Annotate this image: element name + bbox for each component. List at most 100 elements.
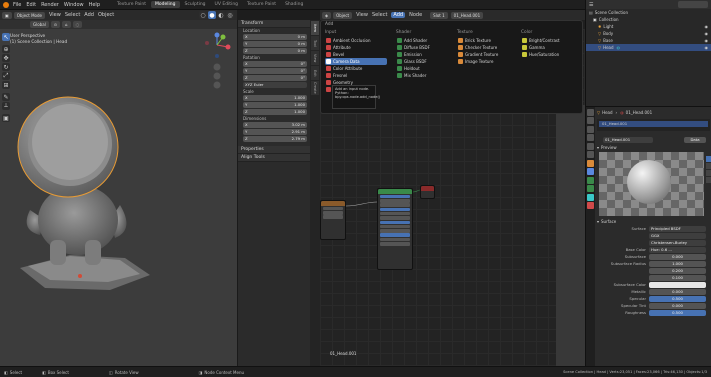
distribution-dropdown[interactable]: GGX [649, 232, 706, 239]
outliner-item[interactable]: ▤ Scene Collection [586, 9, 711, 16]
sidebar-tab-item[interactable]: Item [311, 21, 319, 35]
menu-item[interactable]: Fresnel [325, 72, 387, 79]
world-preview-icon[interactable] [706, 177, 711, 183]
shader-node-editor[interactable]: ◈ Object View Select Add Node Slot 1 01_… [320, 10, 585, 366]
specular-field[interactable]: 0.500 [649, 295, 706, 302]
metallic-field[interactable]: 0.000 [649, 288, 706, 295]
tab-modeling[interactable]: Modeling [151, 1, 180, 8]
menu-item[interactable]: Glass BSDF [396, 58, 448, 65]
align-tools-section[interactable]: Align Tools [238, 154, 310, 162]
visibility-eye-icon[interactable]: ◉ [705, 37, 709, 44]
select-menu[interactable]: Select [65, 12, 80, 18]
outliner-filter-icon[interactable]: ☰ [589, 2, 593, 8]
hair-preview-icon[interactable] [706, 170, 711, 176]
rotation-x-field[interactable]: X 0° [243, 61, 307, 67]
sidebar-tab-view[interactable]: View [311, 51, 319, 65]
menu-item[interactable]: Color Attribute [325, 65, 387, 72]
solid-shading-icon[interactable]: ● [208, 11, 216, 19]
menu-window[interactable]: Window [64, 2, 84, 8]
tab-uv-editing[interactable]: UV Editing [211, 1, 242, 8]
object-menu[interactable]: Object [98, 12, 114, 18]
visibility-eye-icon[interactable]: ◉ [705, 23, 709, 30]
pivot-icon[interactable]: ⊙ [50, 21, 61, 28]
visibility-eye-icon[interactable]: ◉ [705, 30, 709, 37]
tab-shading[interactable]: Shading [281, 1, 307, 8]
wireframe-shading-icon[interactable]: ○ [199, 11, 207, 19]
subsurface-method-dropdown[interactable]: Christensen-Burley [649, 239, 706, 246]
render-tab-icon[interactable] [587, 117, 594, 124]
surface-panel-header[interactable]: ▾ Surface [597, 218, 710, 225]
outliner-item[interactable]: ▽ Body ◉ [586, 30, 711, 37]
menu-item-highlighted[interactable]: Camera Data [325, 58, 387, 65]
transform-section[interactable]: Transform [238, 20, 310, 28]
base-color-field[interactable]: Hue: 0.6 ... [649, 246, 706, 253]
material-datablock-field[interactable]: 01_Head.001 [603, 136, 653, 143]
snap-icon[interactable]: ⌂ [62, 21, 71, 28]
rotation-z-field[interactable]: Z 0° [243, 75, 307, 81]
material-shading-icon[interactable]: ◐ [217, 11, 225, 19]
menu-file[interactable]: File [13, 2, 21, 8]
menu-render[interactable]: Render [41, 2, 59, 8]
menu-item[interactable]: Image Texture [457, 58, 513, 65]
menu-item[interactable]: Brick Texture [457, 37, 513, 44]
outliner-item[interactable]: ▽ Base ◉ [586, 37, 711, 44]
dimensions-x-field[interactable]: X 3.02 m [243, 122, 307, 128]
outliner-item[interactable]: ▣ Collection [586, 16, 711, 23]
menu-item[interactable]: Attribute [325, 44, 387, 51]
blender-logo-icon[interactable] [3, 1, 9, 8]
roughness-field[interactable]: 0.500 [649, 309, 706, 316]
sidebar-tab-tool[interactable]: Tool [311, 36, 319, 50]
sidebar-tab-edit[interactable]: Edit [311, 66, 319, 80]
surface-shader-field[interactable]: Principled BSDF [649, 225, 706, 232]
menu-item[interactable]: Bevel [325, 51, 387, 58]
world-tab-icon[interactable] [587, 151, 594, 158]
menu-item[interactable]: Checker Texture [457, 44, 513, 51]
add-menu[interactable]: Add [84, 12, 94, 18]
rendered-shading-icon[interactable]: ◎ [226, 11, 234, 19]
3d-viewport[interactable]: ▣ Object Mode View Select Add Object ○ ●… [0, 10, 237, 366]
tab-texture-paint-2[interactable]: Texture Paint [243, 1, 280, 8]
menu-item[interactable]: Mix Shader [396, 72, 448, 79]
menu-item[interactable]: Holdout [396, 65, 448, 72]
particles-tab-icon[interactable] [587, 176, 594, 184]
view-layer-tab-icon[interactable] [587, 134, 594, 141]
editor-type-button[interactable]: ▣ [2, 11, 12, 19]
menu-help[interactable]: Help [89, 2, 100, 8]
move-icon[interactable]: ✥ [2, 54, 10, 62]
tool-tab-icon[interactable] [587, 108, 594, 116]
menu-item[interactable]: Gradient Texture [457, 51, 513, 58]
scene-tab-icon[interactable] [587, 142, 594, 150]
tab-texture-paint[interactable]: Texture Paint [113, 1, 150, 8]
material-slot-list[interactable]: 01_Head.001 [597, 119, 710, 131]
material-slot-item[interactable]: 01_Head.001 [599, 121, 708, 127]
cursor-icon[interactable]: ⊕ [2, 45, 10, 53]
preview-panel-header[interactable]: ▾ Preview [597, 144, 710, 151]
dimensions-y-field[interactable]: Y 2.91 m [243, 129, 307, 135]
select-box-icon[interactable]: ↖ [2, 33, 10, 41]
mode-dropdown[interactable]: Object Mode [13, 11, 45, 19]
menu-item[interactable]: Emission [396, 51, 448, 58]
properties-section[interactable]: Properties [238, 146, 310, 154]
subsurface-radius-y-field[interactable]: 0.200 [649, 267, 706, 274]
specular-tint-field[interactable]: 0.000 [649, 302, 706, 309]
scale-z-field[interactable]: Z 1.000 [243, 109, 307, 115]
sidebar-tab-create[interactable]: Create [311, 81, 319, 95]
menu-item[interactable]: Add Shader [396, 37, 448, 44]
rotation-mode-dropdown[interactable]: XYZ Euler [243, 82, 307, 88]
menu-item[interactable]: Gamma [521, 44, 577, 51]
outliner-item-selected[interactable]: ▽ Head ◍ ◉ [586, 44, 711, 51]
view-menu[interactable]: View [49, 12, 61, 18]
navigation-gizmo[interactable] [202, 32, 234, 92]
modifier-tab-icon[interactable] [587, 168, 594, 175]
scale-y-field[interactable]: Y 1.000 [243, 102, 307, 108]
subsurface-radius-x-field[interactable]: 1.000 [649, 260, 706, 267]
physics-tab-icon[interactable] [587, 185, 594, 192]
outliner-search-input[interactable] [678, 1, 708, 8]
location-y-field[interactable]: Y 0 m [243, 41, 307, 47]
output-tab-icon[interactable] [587, 125, 594, 133]
transform-orientation[interactable]: Global [30, 21, 49, 28]
menu-edit[interactable]: Edit [26, 2, 36, 8]
outliner-item[interactable]: ✹ Light ◉ [586, 23, 711, 30]
menu-item[interactable]: Bright/Contrast [521, 37, 577, 44]
location-x-field[interactable]: X 0 m [243, 34, 307, 40]
